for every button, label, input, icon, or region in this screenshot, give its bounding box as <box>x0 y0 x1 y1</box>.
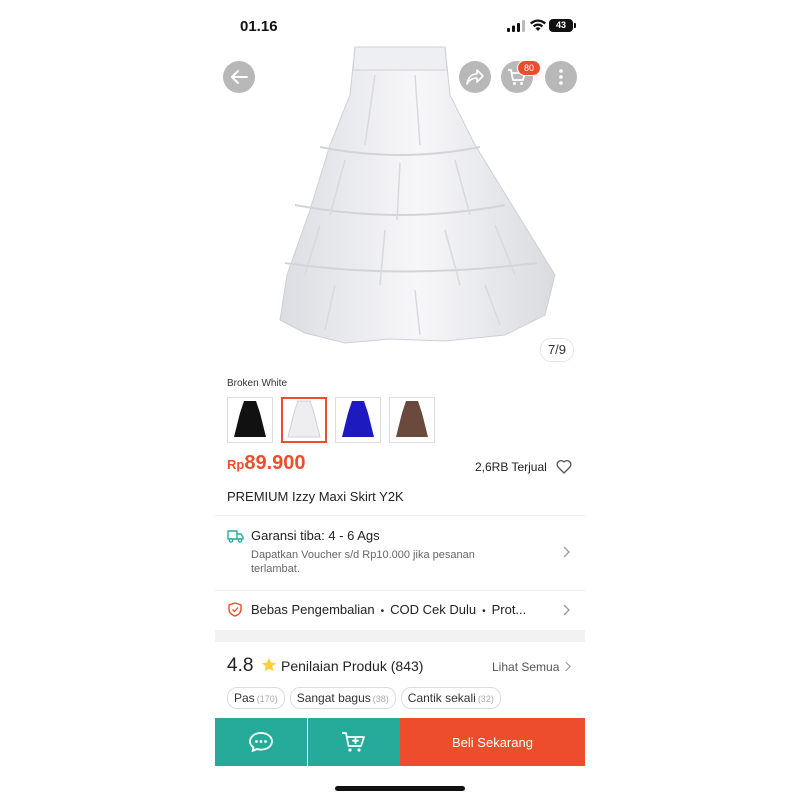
variant-thumb-broken-white[interactable] <box>281 397 327 443</box>
sold-count: 2,6RB Terjual <box>475 460 547 474</box>
share-icon <box>466 69 484 85</box>
more-options-button[interactable] <box>545 61 577 93</box>
product-price: Rp89.900 <box>227 452 306 475</box>
rating-label-text: Penilaian Produk <box>281 658 387 674</box>
see-all-reviews-link[interactable]: Lihat Semua <box>492 660 559 674</box>
product-title: PREMIUM Izzy Maxi Skirt Y2K <box>227 489 404 504</box>
status-time: 01.16 <box>240 18 278 35</box>
skirt-thumbnail <box>234 401 266 437</box>
star-icon <box>262 658 276 672</box>
chip-label: Cantik sekali <box>407 691 476 705</box>
arrow-left-icon <box>231 70 248 84</box>
chat-icon <box>249 732 273 752</box>
chip-count: (170) <box>256 694 278 704</box>
skirt-thumbnail <box>396 401 428 437</box>
phone-screen: 01.16 43 80 7/9 Broken White Rp89.900 2,… <box>215 0 585 800</box>
divider <box>215 590 585 591</box>
review-tag-chips: Pas (170) Sangat bagus (38) Cantik sekali(… <box>227 687 501 709</box>
heart-icon[interactable] <box>556 459 572 474</box>
variant-thumb-brown[interactable] <box>389 397 435 443</box>
service-item-returns: Bebas Pengembalian <box>251 602 375 617</box>
cart-count-badge: 80 <box>517 60 541 76</box>
services-text: Bebas Pengembalian • COD Cek Dulu • Prot... <box>251 602 526 617</box>
skirt-thumbnail <box>287 400 321 438</box>
review-chip[interactable]: Cantik sekali (32) <box>400 687 501 709</box>
rating-count: (843) <box>390 658 424 674</box>
price-amount: 89.900 <box>244 452 306 474</box>
variant-thumbnails <box>227 397 435 443</box>
chip-count: (38) <box>372 694 389 704</box>
separator-dot: • <box>380 606 385 617</box>
signal-icon <box>507 20 525 32</box>
chat-button[interactable] <box>215 718 307 766</box>
variant-thumb-black[interactable] <box>227 397 273 443</box>
truck-icon <box>227 530 244 543</box>
review-chip[interactable]: Sangat bagus (38) <box>289 687 396 709</box>
image-counter: 7/9 <box>540 338 574 362</box>
shipping-title: Garansi tiba: 4 - 6 Ags <box>251 528 380 543</box>
chevron-right-icon <box>563 546 570 558</box>
chip-label: Pas <box>234 691 255 705</box>
separator-dot: • <box>482 606 486 617</box>
bottom-action-bar: Beli Sekarang <box>215 718 585 766</box>
buy-now-button[interactable]: Beli Sekarang <box>400 718 585 766</box>
chevron-right-icon <box>565 661 571 672</box>
service-item-protection: Prot... <box>491 602 527 617</box>
variant-thumb-blue[interactable] <box>335 397 381 443</box>
rating-score: 4.8 <box>227 655 254 676</box>
review-chip[interactable]: Pas (170) <box>227 687 285 709</box>
skirt-thumbnail <box>342 401 374 437</box>
back-button[interactable] <box>223 61 255 93</box>
add-to-cart-icon <box>342 732 365 752</box>
chevron-right-icon <box>563 604 570 616</box>
selected-variant-label: Broken White <box>227 378 288 389</box>
wifi-icon <box>530 19 546 31</box>
divider <box>215 515 585 516</box>
battery-indicator: 43 <box>549 19 576 32</box>
shipping-subtitle: Dapatkan Voucher s/d Rp10.000 jika pesan… <box>251 549 475 575</box>
chip-label: Sangat bagus <box>296 691 371 705</box>
home-indicator <box>335 786 465 791</box>
section-gap <box>215 630 585 642</box>
share-button[interactable] <box>459 61 491 93</box>
service-item-cod: COD Cek Dulu <box>390 602 477 617</box>
price-currency: Rp <box>227 457 245 472</box>
shield-icon <box>228 602 242 617</box>
rating-title: Penilaian Produk (843) <box>281 658 423 674</box>
more-vertical-icon <box>559 69 563 85</box>
chip-count: (32) <box>477 694 494 704</box>
add-to-cart-button[interactable] <box>308 718 400 766</box>
